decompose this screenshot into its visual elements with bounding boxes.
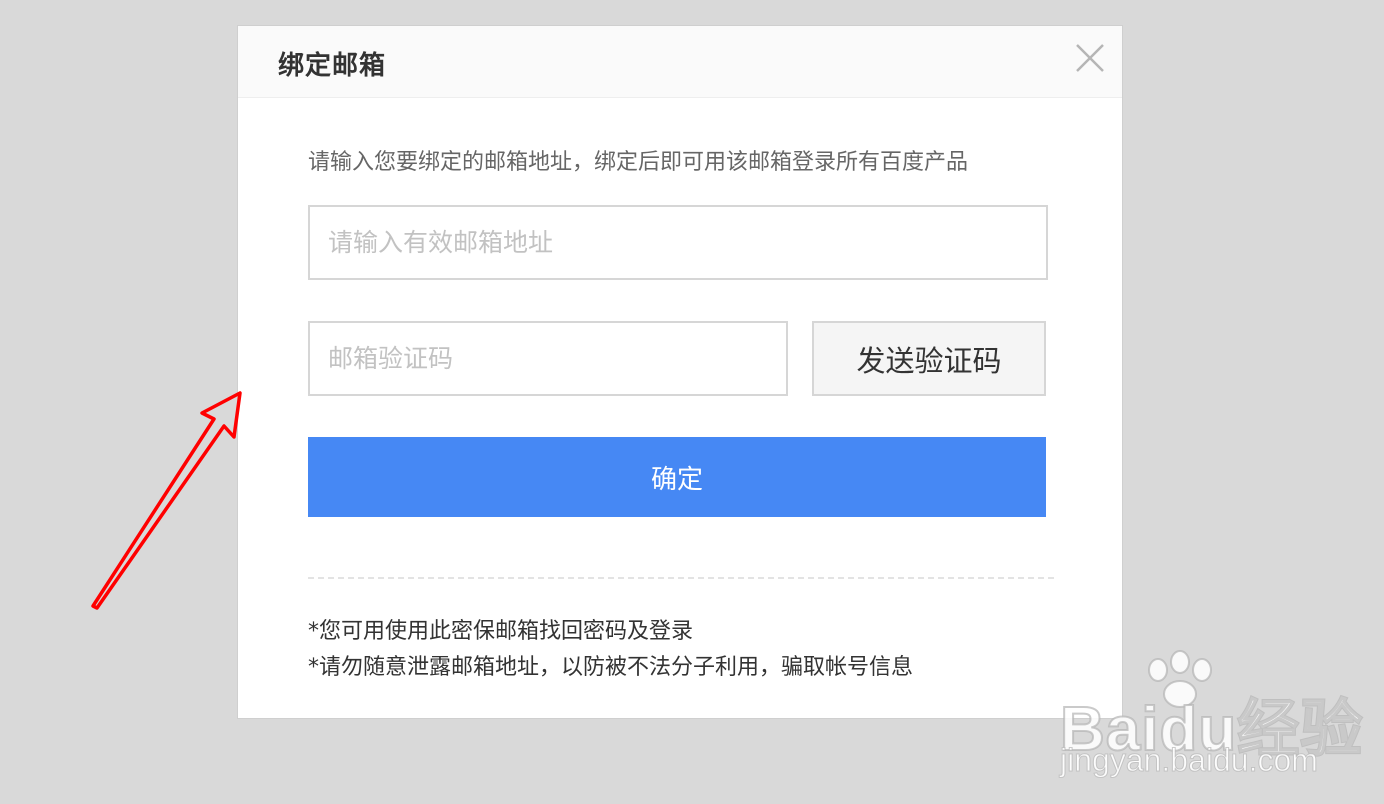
screen: 绑定邮箱 请输入您要绑定的邮箱地址，绑定后即可用该邮箱登录所有百度产品 发送验证… xyxy=(0,0,1384,804)
watermark-url: jingyan.baidu.com xyxy=(1060,742,1319,779)
baidu-jingyan-watermark: Baidu经验 jingyan.baidu.com xyxy=(1040,650,1363,780)
